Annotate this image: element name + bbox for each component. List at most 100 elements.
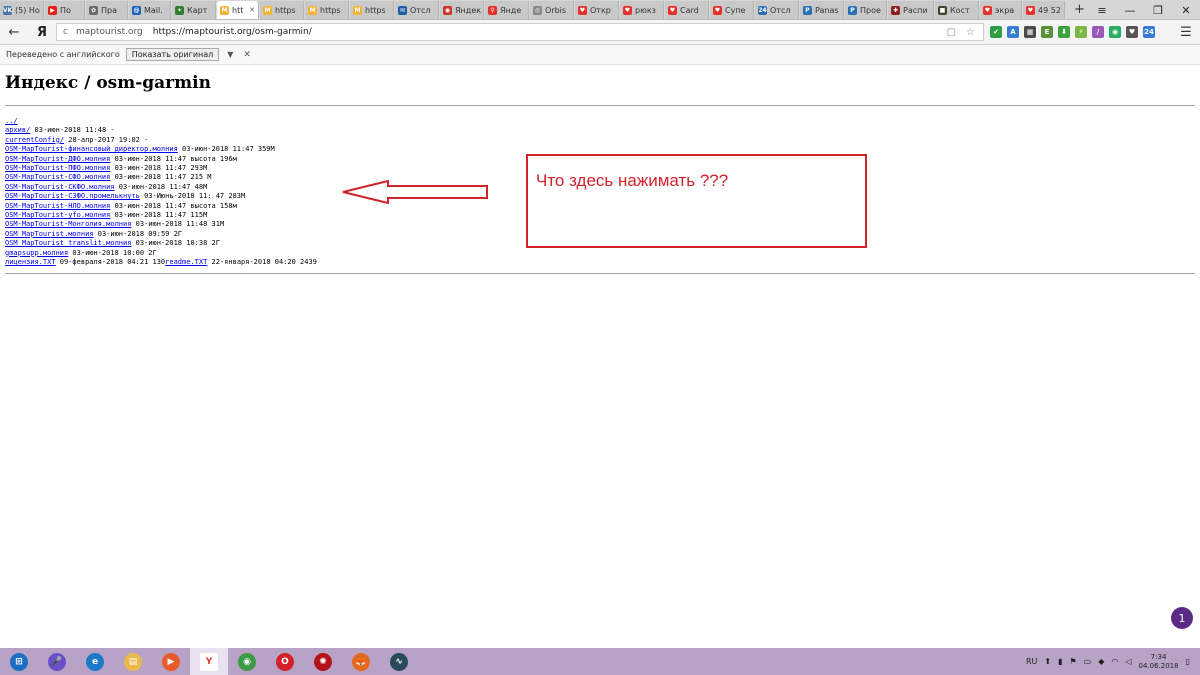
url-field[interactable]: c maptourist.org https://maptourist.org/… (56, 23, 984, 41)
browser-tab[interactable]: ♥ Card (665, 1, 709, 19)
extension-icon[interactable]: ⚡ (1075, 26, 1087, 38)
file-link[interactable]: OSM-MapTourist-НЛО.молния (5, 202, 110, 210)
browser-tab[interactable]: ✦ Карт (172, 1, 216, 19)
bookmark-star-icon[interactable]: ☆ (966, 27, 975, 38)
browser-tab[interactable]: ◉ Яндек (440, 1, 484, 19)
flag-icon[interactable]: ⚑ (1069, 657, 1076, 666)
file-link[interactable]: OSM-MapTourist-ПФО.молния (5, 164, 110, 172)
readme-link[interactable]: readme.TXT (165, 258, 207, 266)
language-indicator[interactable]: RU (1026, 657, 1037, 666)
url-text[interactable]: https://maptourist.org/osm-garmin/ (153, 27, 312, 37)
tab-favicon-icon: @ (132, 5, 141, 15)
nvidia-icon[interactable]: ◆ (1098, 657, 1104, 666)
browser-tab[interactable]: ■ Кост (935, 1, 979, 19)
wifi-icon[interactable]: ◠ (1111, 657, 1118, 666)
hamburger-menu-icon[interactable]: ≡ (1088, 0, 1116, 20)
file-link[interactable]: OSM-MapTourist-СКФО.молния (5, 183, 115, 191)
file-link[interactable]: OSM-MapTourist-СЗФО.промелькнуть (5, 192, 140, 200)
browser-tab[interactable]: Mhttps (260, 1, 304, 19)
battery-icon[interactable]: ▭ (1084, 657, 1092, 666)
taskbar-yandex-browser[interactable]: Y (190, 648, 228, 675)
page-icon[interactable]: ▢ (947, 27, 956, 38)
license-link[interactable]: лицензия.TXT (5, 258, 56, 266)
browser-tab[interactable]: P Panas (800, 1, 844, 19)
file-link[interactable]: OSM-MapTourist-ДФО.молния (5, 155, 110, 163)
file-link[interactable]: архив/ (5, 126, 30, 134)
restore-icon[interactable]: ❐ (1144, 0, 1172, 20)
browser-tab[interactable]: Mhtt ✕ (217, 1, 259, 19)
back-button[interactable]: ← (0, 25, 28, 40)
listing-row: OSM-MapTourist-Монголия.молния 03-июн-20… (5, 220, 317, 229)
extension-icon[interactable]: ◉ (1109, 26, 1121, 38)
minimize-icon[interactable]: — (1116, 0, 1144, 20)
clock-date: 04.06.2018 (1138, 661, 1179, 670)
browser-tab[interactable]: ✚ Распи (888, 1, 934, 19)
taskbar-start-button[interactable]: ⊞ (0, 648, 38, 675)
browser-tab[interactable]: ✿ Пра (86, 1, 128, 19)
extension-icon[interactable]: ✔ (990, 26, 1002, 38)
tab-favicon-icon: ◎ (533, 5, 542, 15)
taskbar-app-red[interactable]: ✺ (304, 648, 342, 675)
clock-time: 7:34 (1150, 652, 1167, 661)
translated-notice: Переведено с английского (6, 50, 120, 59)
extension-icon[interactable]: 24 (1143, 26, 1155, 38)
reload-icon[interactable]: c (63, 27, 68, 37)
taskbar-media-player[interactable]: ▶ (152, 648, 190, 675)
file-link[interactable]: OSM_MapTourist_translit.молния (5, 239, 131, 247)
notification-badge[interactable]: 1 (1171, 607, 1193, 629)
yandex-home-button[interactable]: Я (28, 25, 56, 40)
tab-label: Mail. (144, 5, 163, 15)
taskbar-voice-assistant[interactable]: 🎤 (38, 648, 76, 675)
address-bar-row: ← Я c maptourist.org https://maptourist.… (0, 20, 1200, 45)
speaker-icon[interactable]: ◁ (1125, 657, 1131, 666)
browser-tab[interactable]: Mhttps (305, 1, 349, 19)
extension-icon[interactable]: A (1007, 26, 1019, 38)
file-link[interactable]: OSM-MapTourist-СФО.молния (5, 173, 110, 181)
browser-tab[interactable]: P Прое (845, 1, 887, 19)
file-link[interactable]: OSM_MapTourist.молния (5, 230, 94, 238)
browser-tab[interactable]: ♥ рюкз (620, 1, 664, 19)
extension-icon[interactable]: ∕ (1092, 26, 1104, 38)
taskbar-firefox[interactable]: 🦊 (342, 648, 380, 675)
tab-label: Яндек (455, 5, 482, 15)
file-link[interactable]: OSM-MapTourist-финансовый директор.молни… (5, 145, 178, 153)
extension-icon[interactable]: ▦ (1024, 26, 1036, 38)
clock[interactable]: 7:34 04.06.2018 (1139, 653, 1179, 671)
browser-tab[interactable]: ♥ 49 52 (1023, 1, 1065, 19)
browser-tab[interactable]: 24 Отсл (755, 1, 799, 19)
file-link[interactable]: currentConfig/ (5, 136, 64, 144)
browser-tab[interactable]: @ Mail. (129, 1, 171, 19)
taskbar-opera[interactable]: O (266, 648, 304, 675)
browser-tab[interactable]: ♥ Супе (710, 1, 754, 19)
network-icon[interactable]: ▮ (1058, 657, 1062, 666)
taskbar-chrome[interactable]: ◉ (228, 648, 266, 675)
extension-icon[interactable]: ⬇ (1058, 26, 1070, 38)
file-link[interactable]: OSM-MapTourist-уfo.молния (5, 211, 110, 219)
notifications-icon[interactable]: ▯ (1186, 657, 1190, 666)
browser-tab[interactable]: ♥ Откр (575, 1, 619, 19)
show-original-button[interactable]: Показать оригинал (125, 48, 220, 61)
close-translate-icon[interactable]: ✕ (243, 50, 251, 60)
listing-row: OSM-MapTourist-СКФО.молния 03-июн-2018 1… (5, 183, 317, 192)
browser-tab[interactable]: ◎ Orbis (530, 1, 574, 19)
browser-tab[interactable]: ⚲ Янде (485, 1, 529, 19)
browser-tab[interactable]: ✉ Отсл (395, 1, 439, 19)
tray-arrow-icon[interactable]: ⬆ (1044, 657, 1051, 666)
file-link[interactable]: gmapsupp.молния (5, 249, 68, 257)
file-meta: 03-июн-2018 10:38 2Г (131, 239, 220, 248)
browser-tab[interactable]: VK (5) Но (0, 1, 44, 19)
taskbar-ie[interactable]: e (76, 648, 114, 675)
browser-tab[interactable]: ♥ экра (980, 1, 1022, 19)
close-window-icon[interactable]: ✕ (1172, 0, 1200, 20)
taskbar-stocks-app[interactable]: ∿ (380, 648, 418, 675)
close-tab-icon[interactable]: ✕ (247, 6, 255, 14)
browser-tab[interactable]: ▶ По (45, 1, 85, 19)
extension-icon[interactable]: ♥ (1126, 26, 1138, 38)
translate-options-chevron-icon[interactable]: ▼ (227, 50, 233, 59)
browser-menu-icon[interactable]: ☰ (1172, 25, 1200, 40)
file-link[interactable]: ../ (5, 117, 18, 125)
file-link[interactable]: OSM-MapTourist-Монголия.молния (5, 220, 131, 228)
extension-icon[interactable]: E (1041, 26, 1053, 38)
taskbar-explorer[interactable]: ▤ (114, 648, 152, 675)
browser-tab[interactable]: Mhttps (350, 1, 394, 19)
